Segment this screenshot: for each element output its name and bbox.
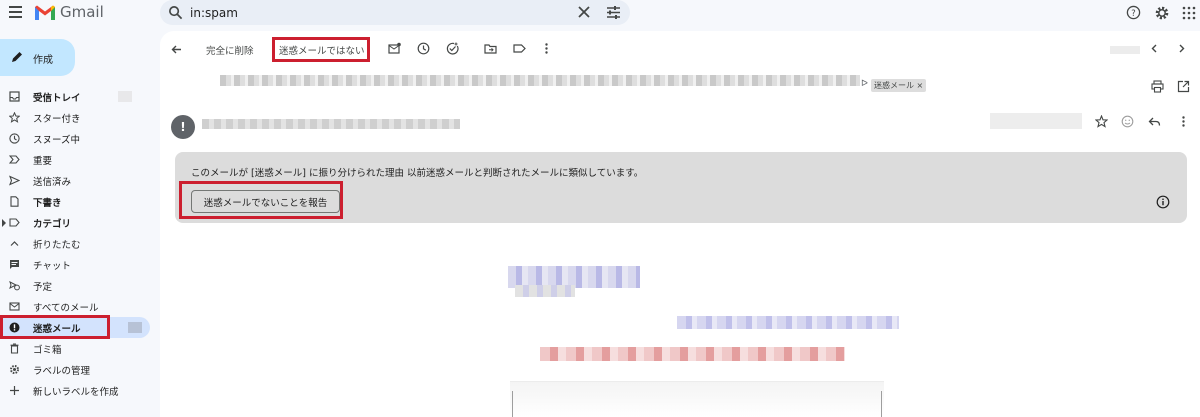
sidebar-item-collapse[interactable]: 折りたたむ [0,233,150,254]
inbox-icon [9,91,20,102]
sidebar-item-inbox[interactable]: 受信トレイ [0,86,150,107]
sidebar-item-label: すべてのメール [33,303,99,314]
pagination-count [1110,46,1140,54]
sidebar-item-starred[interactable]: スター付き [0,107,150,128]
gmail-window: Gmail ? [0,0,1200,417]
sidebar-item-label: ラベルの管理 [33,366,91,377]
sidebar-nav: 受信トレイ スター付き スヌーズ中 重要 送信済み 下書き カテゴリ 折りたたむ… [0,86,158,401]
spam-label-chip[interactable]: 迷惑メール × [871,79,927,92]
sidebar-item-snoozed[interactable]: スヌーズ中 [0,128,150,149]
main-menu-icon[interactable] [9,6,22,18]
highlight-not-spam [272,37,370,62]
gmail-brand-label: Gmail [60,3,104,21]
spam-count-badge [128,322,142,333]
body-redacted-block [540,347,845,361]
send-icon [9,175,20,186]
compose-label: 作成 [33,55,53,66]
sidebar-item-label: 予定 [33,282,53,293]
pencil-icon [12,52,22,62]
gmail-logo-icon[interactable] [34,4,56,21]
highlight-spam-folder [0,315,110,339]
help-icon[interactable]: ? [1126,5,1141,20]
info-icon[interactable] [1156,195,1170,209]
delete-forever-button[interactable]: 完全に削除 [206,43,254,57]
google-apps-icon[interactable] [1182,6,1196,20]
sidebar-item-label: 送信済み [33,177,72,188]
top-bar: Gmail ? [0,0,1200,26]
reply-icon[interactable] [1148,115,1161,128]
emoji-reaction-icon[interactable] [1121,115,1134,128]
sidebar-item-label: 重要 [33,156,53,167]
important-icon [9,155,20,164]
compose-button[interactable]: 作成 [0,39,75,76]
clock-icon [9,133,20,144]
scheduled-icon [9,281,20,291]
sidebar-item-scheduled[interactable]: 予定 [0,275,150,296]
back-arrow-icon[interactable] [170,43,183,56]
sidebar-item-drafts[interactable]: 下書き [0,191,150,212]
body-frame [512,391,882,417]
chat-icon [10,260,19,269]
settings-gear-icon[interactable] [1154,5,1170,21]
expand-caret-icon[interactable] [2,219,6,227]
sidebar-item-label: チャット [33,261,71,272]
sidebar-item-label: 折りたたむ [33,240,81,251]
snooze-icon[interactable] [417,42,430,55]
label-icon [9,218,20,227]
star-icon [9,112,20,123]
clear-search-icon[interactable] [577,5,591,19]
sidebar-item-create-label[interactable]: 新しいラベルを作成 [0,380,150,401]
sidebar-item-label: カテゴリ [33,219,72,230]
sidebar-item-sent[interactable]: 送信済み [0,170,150,191]
body-redacted-block [515,285,575,297]
sidebar-item-all-mail[interactable]: すべてのメール [0,296,150,317]
spam-reason-text: このメールが [迷惑メール] に振り分けられた理由 以前迷惑メールと判断されたメ… [191,168,644,179]
sender-redacted [202,119,460,129]
chevron-left-icon[interactable] [1148,42,1161,55]
search-input[interactable] [190,3,570,22]
chevron-right-icon[interactable] [1175,42,1188,55]
open-new-window-icon[interactable] [1177,80,1190,93]
sidebar-item-important[interactable]: 重要 [0,149,150,170]
star-icon[interactable] [1095,115,1108,128]
gear-icon [10,365,19,374]
chevron-up-icon [10,241,19,246]
date-redacted [990,113,1082,129]
trash-icon [10,343,19,354]
all-mail-icon [9,302,20,311]
important-marker-icon[interactable]: ᐅ [861,79,868,89]
more-options-icon[interactable] [1177,115,1190,128]
sidebar-item-categories[interactable]: カテゴリ [0,212,150,233]
move-to-icon[interactable] [484,42,497,55]
mark-unread-icon[interactable] [388,42,401,55]
draft-icon [10,196,19,207]
sidebar-item-chat[interactable]: チャット [0,254,150,275]
sidebar-item-label: スヌーズ中 [33,135,81,146]
sender-avatar: ! [171,115,195,139]
print-icon[interactable] [1151,80,1164,93]
sidebar-item-trash[interactable]: ゴミ箱 [0,338,150,359]
add-task-icon[interactable] [446,42,459,55]
highlight-report-button [179,181,343,219]
search-options-icon[interactable] [606,5,621,20]
svg-text:?: ? [1131,8,1135,18]
message-view: 完全に削除 迷惑メールではない ᐅ 迷惑メール × ! このメールが [迷惑メー… [160,31,1200,417]
sidebar-item-label: 下書き [33,198,62,209]
plus-icon [10,386,19,395]
sidebar-item-label: 受信トレイ [33,93,81,104]
search-bar[interactable] [160,0,630,25]
sidebar-item-manage-labels[interactable]: ラベルの管理 [0,359,150,380]
more-options-icon[interactable] [540,42,553,55]
label-icon[interactable] [513,42,526,55]
search-icon[interactable] [168,5,183,20]
sidebar-item-label: ゴミ箱 [33,345,62,356]
body-redacted-block [677,316,899,329]
sidebar-item-label: 新しいラベルを作成 [33,387,119,398]
unread-count-badge [118,91,132,102]
sidebar-item-label: スター付き [33,114,81,125]
subject-redacted [220,75,860,86]
